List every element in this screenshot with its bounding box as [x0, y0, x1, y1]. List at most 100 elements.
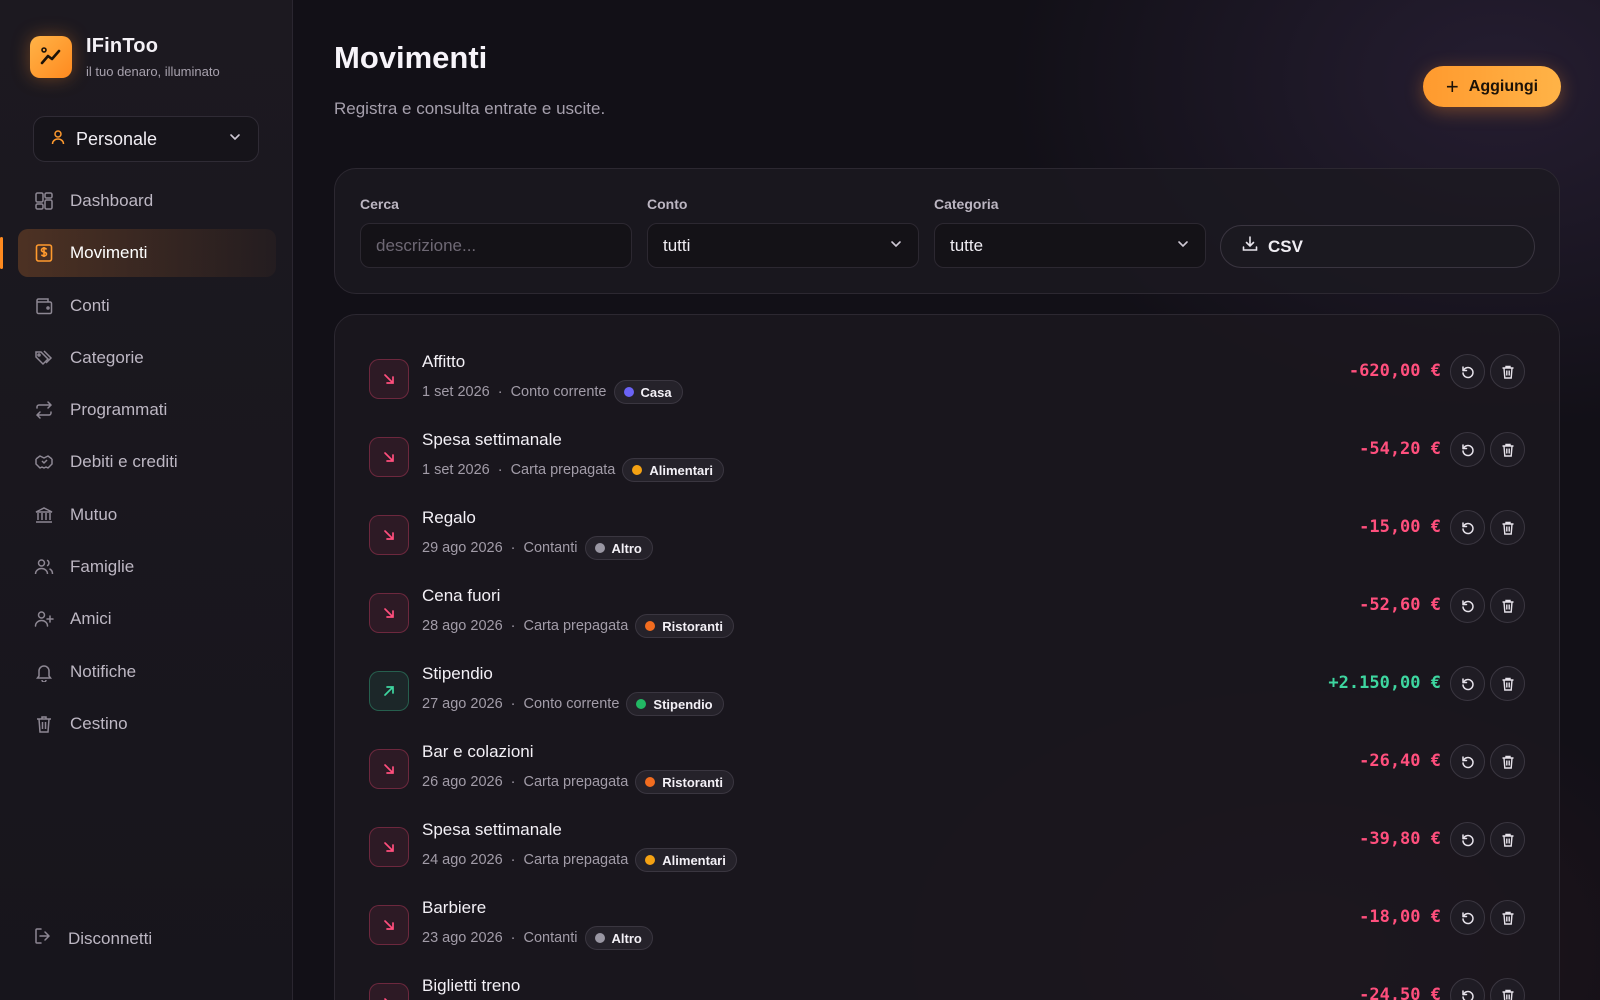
undo-icon	[1461, 833, 1474, 846]
sidebar-item-debiti-crediti[interactable]: Debiti e crediti	[18, 438, 276, 486]
transaction-meta: 23 ago 2026 · Contanti Altro	[422, 926, 653, 950]
trash-icon	[1502, 521, 1513, 535]
sidebar-item-label: Famiglie	[70, 557, 135, 577]
category-select[interactable]: tutte	[934, 223, 1206, 268]
delete-button[interactable]	[1490, 900, 1525, 935]
trash-icon	[1502, 365, 1513, 379]
sidebar-item-famiglie[interactable]: Famiglie	[18, 543, 276, 591]
page-subtitle: Registra e consulta entrate e uscite.	[334, 99, 606, 118]
transaction-date: 24 ago 2026	[422, 852, 503, 868]
sidebar-item-notifiche[interactable]: Notifiche	[18, 648, 276, 696]
transaction-date: 29 ago 2026	[422, 540, 503, 556]
csv-export-button[interactable]: CSV	[1220, 225, 1535, 268]
sidebar-item-label: Conti	[70, 295, 110, 315]
sidebar-item-mutuo[interactable]: Mutuo	[18, 491, 276, 539]
undo-button[interactable]	[1450, 978, 1485, 1000]
trash-icon	[33, 713, 55, 735]
delete-button[interactable]	[1490, 588, 1525, 623]
sidebar-item-categorie[interactable]: Categorie	[18, 334, 276, 382]
delete-button[interactable]	[1490, 744, 1525, 779]
arrow-down-right-icon	[369, 437, 409, 477]
logout-icon	[33, 926, 53, 951]
list-item[interactable]: Spesa settimanale 1 set 2026 · Carta prepa…	[335, 423, 1559, 501]
transaction-meta: 1 set 2026 · Carta prepagata Alimentari	[422, 458, 724, 482]
category-name: Casa	[640, 384, 672, 400]
category-dot	[594, 933, 605, 943]
undo-button[interactable]	[1450, 588, 1485, 623]
transaction-amount: -52,60 €	[1359, 595, 1441, 615]
undo-button[interactable]	[1450, 510, 1485, 545]
profile-label: Personale	[76, 128, 158, 149]
transaction-amount: -18,00 €	[1359, 907, 1441, 927]
undo-button[interactable]	[1450, 822, 1485, 857]
category-name: Alimentari	[649, 462, 713, 478]
list-item[interactable]: Barbiere 23 ago 2026 · Contanti Altro -18,…	[335, 891, 1559, 969]
transaction-meta: 24 ago 2026 · Carta prepagata Alimentari	[422, 848, 737, 872]
transaction-meta: 27 ago 2026 · Conto corrente Stipendio	[422, 692, 724, 716]
list-item[interactable]: Regalo 29 ago 2026 · Contanti Altro -15,00…	[335, 501, 1559, 579]
list-item[interactable]: Cena fuori 28 ago 2026 · Carta prepagata R…	[335, 579, 1559, 657]
category-pill: Ristoranti	[635, 770, 734, 794]
delete-button[interactable]	[1490, 510, 1525, 545]
undo-button[interactable]	[1450, 432, 1485, 467]
transaction-meta: 26 ago 2026 · Carta prepagata Ristoranti	[422, 770, 734, 794]
undo-button[interactable]	[1450, 666, 1485, 701]
sidebar-item-dashboard[interactable]: Dashboard	[18, 177, 276, 225]
receipt-icon	[33, 242, 55, 264]
category-pill: Alimentari	[622, 458, 724, 482]
trash-icon	[1502, 911, 1513, 925]
sidebar-item-movimenti[interactable]: Movimenti	[0, 229, 276, 278]
repeat-icon	[33, 399, 55, 421]
csv-label: CSV	[1268, 236, 1303, 256]
profile-select[interactable]: Personale	[33, 116, 259, 162]
transaction-amount: -15,00 €	[1359, 517, 1441, 537]
list-item[interactable]: Spesa settimanale 24 ago 2026 · Carta prep…	[335, 813, 1559, 891]
delete-button[interactable]	[1490, 666, 1525, 701]
category-pill: Ristoranti	[635, 614, 734, 638]
search-input[interactable]: descrizione...	[360, 223, 632, 268]
category-pill: Altro	[584, 926, 653, 950]
handshake-icon	[33, 451, 55, 473]
list-item[interactable]: Bar e colazioni 26 ago 2026 · Carta prepag…	[335, 735, 1559, 813]
chevron-down-icon	[889, 236, 903, 256]
category-dot	[594, 543, 605, 553]
account-label: Conto	[647, 196, 688, 212]
trash-icon	[1502, 443, 1513, 457]
sidebar-item-programmati[interactable]: Programmati	[18, 386, 276, 434]
brand[interactable]: IFinToo il tuo denaro, illuminato	[30, 35, 220, 79]
list-item[interactable]: Affitto 1 set 2026 · Conto corrente Casa -…	[335, 345, 1559, 423]
account-select[interactable]: tutti	[647, 223, 919, 268]
delete-button[interactable]	[1490, 978, 1525, 1000]
undo-button[interactable]	[1450, 744, 1485, 779]
sidebar-item-label: Notifiche	[70, 661, 137, 681]
transactions-list: Affitto 1 set 2026 · Conto corrente Casa -…	[334, 314, 1560, 1000]
delete-button[interactable]	[1490, 354, 1525, 389]
arrow-up-right-icon	[369, 671, 409, 711]
arrow-down-right-icon	[369, 359, 409, 399]
sidebar-item-label: Cestino	[70, 713, 128, 733]
sidebar-item-amici[interactable]: Amici	[18, 595, 276, 643]
category-dot	[645, 621, 656, 631]
transaction-date: 28 ago 2026	[422, 618, 503, 634]
add-button[interactable]: + Aggiungi	[1423, 66, 1561, 107]
bank-icon	[33, 504, 55, 526]
sidebar-nav: Dashboard Movimenti Conti Categorie Prog…	[0, 177, 276, 752]
sidebar-item-label: Mutuo	[70, 504, 118, 524]
transaction-meta: 28 ago 2026 · Carta prepagata Ristoranti	[422, 614, 734, 638]
undo-button[interactable]	[1450, 354, 1485, 389]
delete-button[interactable]	[1490, 432, 1525, 467]
category-dot	[636, 699, 647, 709]
category-name: Altro	[611, 930, 642, 946]
logout-button[interactable]: Disconnetti	[33, 926, 152, 951]
transaction-amount: -620,00 €	[1348, 361, 1441, 381]
list-item[interactable]: Stipendio 27 ago 2026 · Conto corrente Sti…	[335, 657, 1559, 735]
app-name: IFinToo	[86, 35, 159, 57]
delete-button[interactable]	[1490, 822, 1525, 857]
sidebar-item-cestino[interactable]: Cestino	[18, 700, 276, 748]
category-dot	[645, 855, 656, 865]
undo-button[interactable]	[1450, 900, 1485, 935]
list-item[interactable]: Biglietti treno -24,50 €	[335, 969, 1559, 1000]
transaction-amount: -54,20 €	[1359, 439, 1441, 459]
sidebar-item-conti[interactable]: Conti	[18, 282, 276, 330]
transaction-account: Conto corrente	[523, 696, 620, 712]
